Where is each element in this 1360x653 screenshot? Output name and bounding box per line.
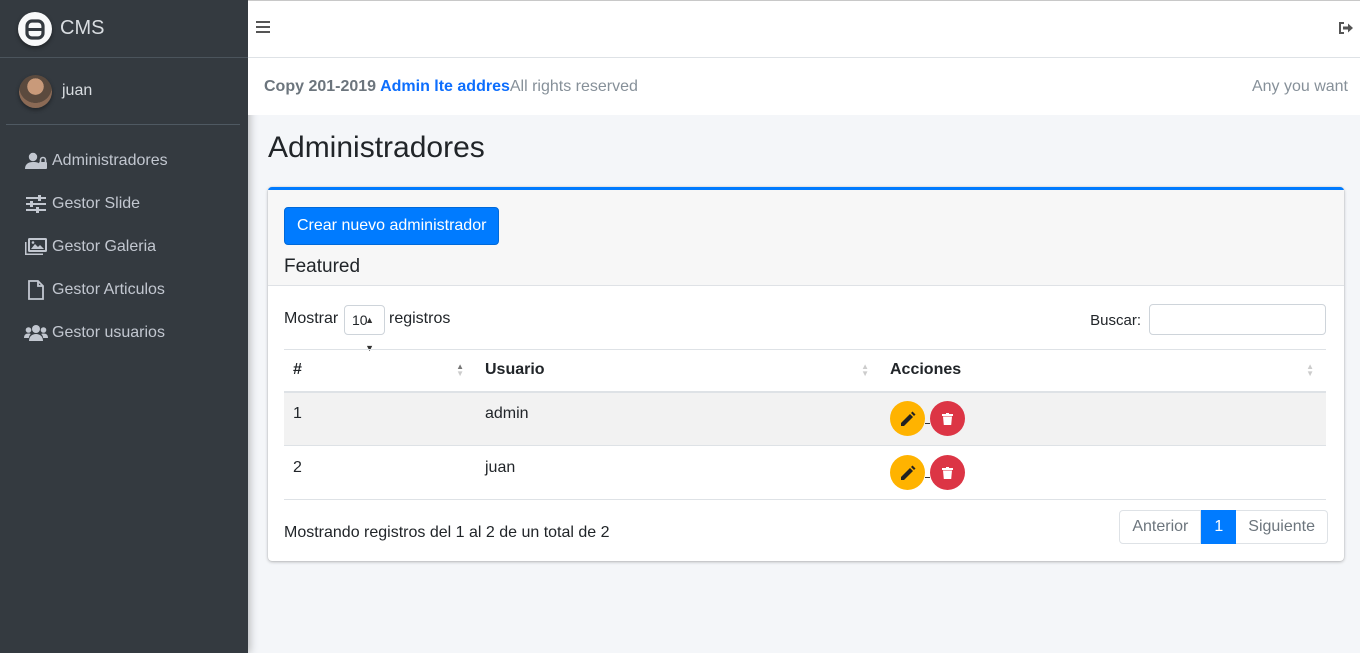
admins-card: Crear nuevo administrador Featured Mostr… (268, 187, 1344, 561)
brand-name: CMS (60, 17, 105, 39)
user-name: juan (62, 82, 93, 99)
delete-button[interactable] (930, 401, 965, 437)
cell-user-text: juan (485, 458, 516, 476)
table-header-row: # ▲ ▼ Usuario ▲ ▼ Acciones ▲ ▼ (284, 349, 1326, 393)
column-header-label: Usuario (485, 361, 545, 379)
cell-id: 2 (284, 445, 476, 500)
pencil-icon (900, 411, 915, 426)
brand-logo-icon (18, 11, 52, 46)
file-icon (24, 279, 48, 300)
search-input[interactable] (1149, 304, 1326, 335)
cell-user-text: admin (485, 404, 529, 422)
table-info: Mostrando registros del 1 al 2 de un tot… (284, 524, 610, 541)
brand-footer-link[interactable]: Admin lte addres (380, 78, 510, 96)
infobar-right-text: Any you want (1251, 77, 1348, 95)
admins-table: # ▲ ▼ Usuario ▲ ▼ Acciones ▲ ▼ 1 admin 2… (284, 349, 1326, 500)
sort-asc-icon: ▲ ▼ (456, 362, 464, 378)
brand-link[interactable]: CMS (0, 0, 248, 58)
column-header-acciones[interactable]: Acciones ▲ ▼ (881, 349, 1326, 393)
sidebar-item-gestor-slide[interactable]: Gestor Slide (0, 182, 248, 225)
cell-actions (881, 391, 1326, 446)
menu-toggle-icon[interactable] (256, 20, 272, 38)
cell-id-text: 1 (293, 404, 302, 422)
top-navbar (248, 0, 1360, 58)
pagination: Anterior 1 Siguiente (1119, 510, 1328, 544)
column-header-id[interactable]: # ▲ ▼ (284, 349, 476, 393)
user-panel[interactable]: juan (6, 58, 240, 125)
column-header-label: Acciones (890, 361, 962, 379)
sidebar: CMS juan Administradores Gestor Slide Ge… (0, 0, 248, 653)
sidebar-item-label: Gestor Galeria (52, 237, 157, 255)
records-label: registros (389, 310, 451, 327)
page-length-select[interactable]: 10 ▲ ▼ (344, 305, 385, 353)
images-icon (24, 237, 48, 257)
pagination-page-1[interactable]: 1 (1201, 510, 1237, 544)
sidebar-item-gestor-usuarios[interactable]: Gestor usuarios (0, 311, 248, 354)
trash-icon (942, 412, 953, 425)
column-header-label: # (293, 361, 302, 379)
rights-text: All rights reserved (509, 77, 638, 95)
cell-user: juan (476, 445, 881, 500)
pencil-icon (900, 465, 915, 480)
cell-id: 1 (284, 391, 476, 446)
sidebar-item-label: Gestor usuarios (52, 323, 165, 341)
page-title: Administradores (268, 131, 485, 164)
user-lock-icon (24, 151, 48, 171)
cell-id-text: 2 (293, 458, 302, 476)
table-controls: Mostrar 10 ▲ ▼ registros Buscar: (284, 304, 1326, 353)
cell-user: admin (476, 391, 881, 446)
edit-button[interactable] (890, 455, 925, 490)
sidebar-item-gestor-articulos[interactable]: Gestor Articulos (0, 268, 248, 311)
sidebar-item-gestor-galeria[interactable]: Gestor Galeria (0, 225, 248, 268)
sidebar-item-administradores[interactable]: Administradores (0, 139, 248, 182)
table-row: 1 admin (284, 391, 1326, 446)
sidebar-item-label: Administradores (52, 151, 168, 169)
show-label: Mostrar (284, 310, 339, 327)
column-header-usuario[interactable]: Usuario ▲ ▼ (476, 349, 881, 393)
copyright-text: Copy 201-2019 (264, 77, 377, 95)
table-row: 2 juan (284, 445, 1326, 500)
separator (925, 423, 930, 425)
pagination-previous[interactable]: Anterior (1119, 510, 1202, 544)
trash-icon (942, 466, 953, 479)
delete-button[interactable] (930, 455, 965, 490)
create-admin-button[interactable]: Crear nuevo administrador (284, 207, 500, 245)
card-title: Featured (284, 256, 361, 277)
sort-icon: ▲ ▼ (1306, 362, 1314, 378)
cell-actions (881, 445, 1326, 500)
separator (925, 477, 930, 478)
sidebar-item-label: Gestor Articulos (52, 280, 165, 298)
info-bar: Copy 201-2019 Admin lte addres All right… (248, 58, 1360, 115)
search-label: Buscar: (1090, 312, 1141, 329)
sort-icon: ▲ ▼ (861, 362, 869, 378)
logout-icon[interactable] (1338, 21, 1356, 39)
sidebar-item-label: Gestor Slide (52, 194, 141, 212)
edit-button[interactable] (890, 401, 925, 437)
sliders-icon (24, 194, 48, 214)
avatar (19, 74, 52, 108)
card-header: Crear nuevo administrador Featured (268, 190, 1344, 286)
pagination-next[interactable]: Siguiente (1236, 510, 1328, 544)
sidebar-nav: Administradores Gestor Slide Gestor Gale… (0, 139, 248, 354)
users-icon (24, 323, 48, 343)
